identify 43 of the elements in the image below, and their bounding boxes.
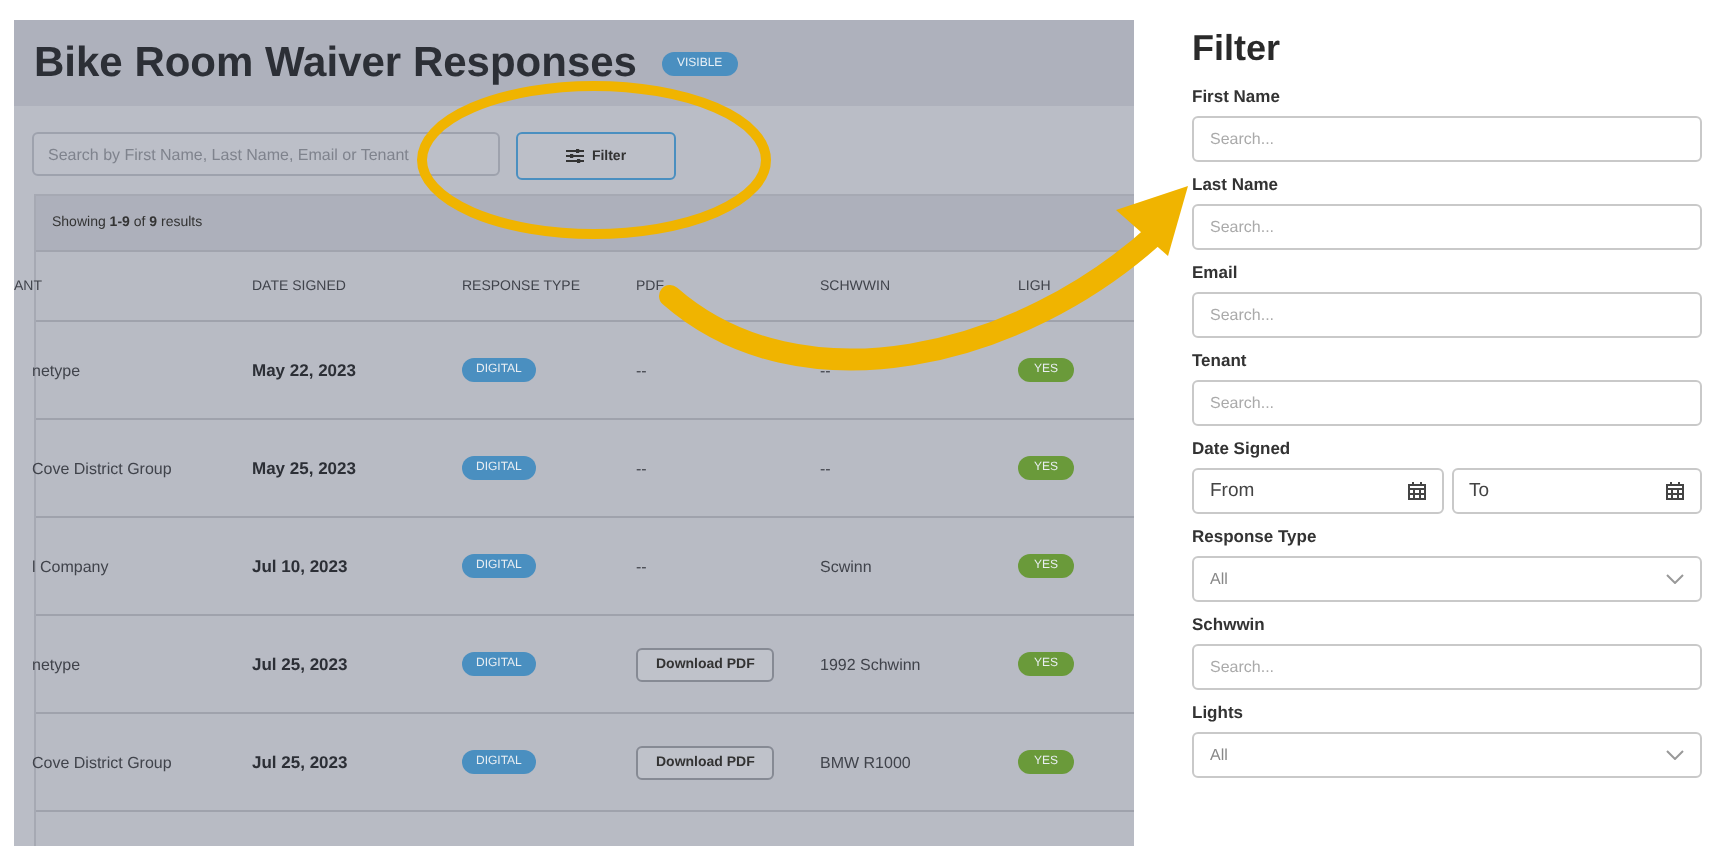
table-cell: -- — [636, 361, 647, 379]
table-cell-text: -- — [820, 361, 833, 379]
field-label: Date Signed — [1192, 438, 1293, 458]
table-cell: -- — [636, 459, 647, 477]
field-label: Last Name — [1192, 174, 1280, 194]
select-field[interactable]: All — [1192, 556, 1702, 602]
field-label: Tenant — [1192, 350, 1249, 370]
table-cell-text: BMW R1000 — [820, 753, 913, 771]
sliders-icon — [565, 148, 584, 164]
field-label: First Name — [1192, 86, 1282, 106]
chevron-down-icon — [1666, 750, 1684, 760]
table-cell-text: -- — [820, 459, 833, 477]
input-field[interactable]: Search... — [1192, 644, 1702, 690]
chevron-down-icon — [1666, 574, 1684, 584]
table-cell-text: Jul 10, 2023 — [252, 556, 350, 576]
table-cell-text: netype — [32, 655, 83, 673]
field-label: Response Type — [1192, 526, 1319, 546]
table-cell-text: netype — [32, 361, 83, 379]
date-field[interactable]: To — [1451, 468, 1702, 514]
field-label: Email — [1192, 262, 1240, 282]
table-cell: -- — [636, 557, 647, 575]
page-title: Bike Room Waiver Responses — [34, 39, 637, 87]
select-field[interactable]: All — [1192, 732, 1702, 778]
calendar-icon — [1407, 482, 1425, 500]
field-label: Schwwin — [1192, 614, 1267, 634]
table-cell-text: l Company — [32, 557, 111, 575]
table-cell-text: Scwinn — [820, 557, 874, 575]
date-field[interactable]: From — [1192, 468, 1443, 514]
input-field[interactable]: Search... — [1192, 380, 1702, 426]
table-cell-text: Jul 25, 2023 — [252, 654, 350, 674]
table-cell-text: May 22, 2023 — [252, 360, 358, 380]
input-field[interactable]: Search... — [1192, 292, 1702, 338]
search-field[interactable]: Search by First Name, Last Name, Email or Tenant — [32, 132, 500, 176]
calendar-icon — [1666, 482, 1684, 500]
table-cell-text: May 25, 2023 — [252, 458, 358, 478]
filter-title: Filter — [1192, 28, 1283, 70]
table-cell-text: Cove District Group — [32, 753, 174, 771]
input-field[interactable]: Search... — [1192, 116, 1702, 162]
field-label: Lights — [1192, 702, 1245, 722]
table-cell-text: Cove District Group — [32, 459, 174, 477]
table-cell-text: 1992 Schwinn — [820, 655, 923, 673]
table-cell-text: Jul 25, 2023 — [252, 752, 350, 772]
input-field[interactable]: Search... — [1192, 204, 1702, 250]
